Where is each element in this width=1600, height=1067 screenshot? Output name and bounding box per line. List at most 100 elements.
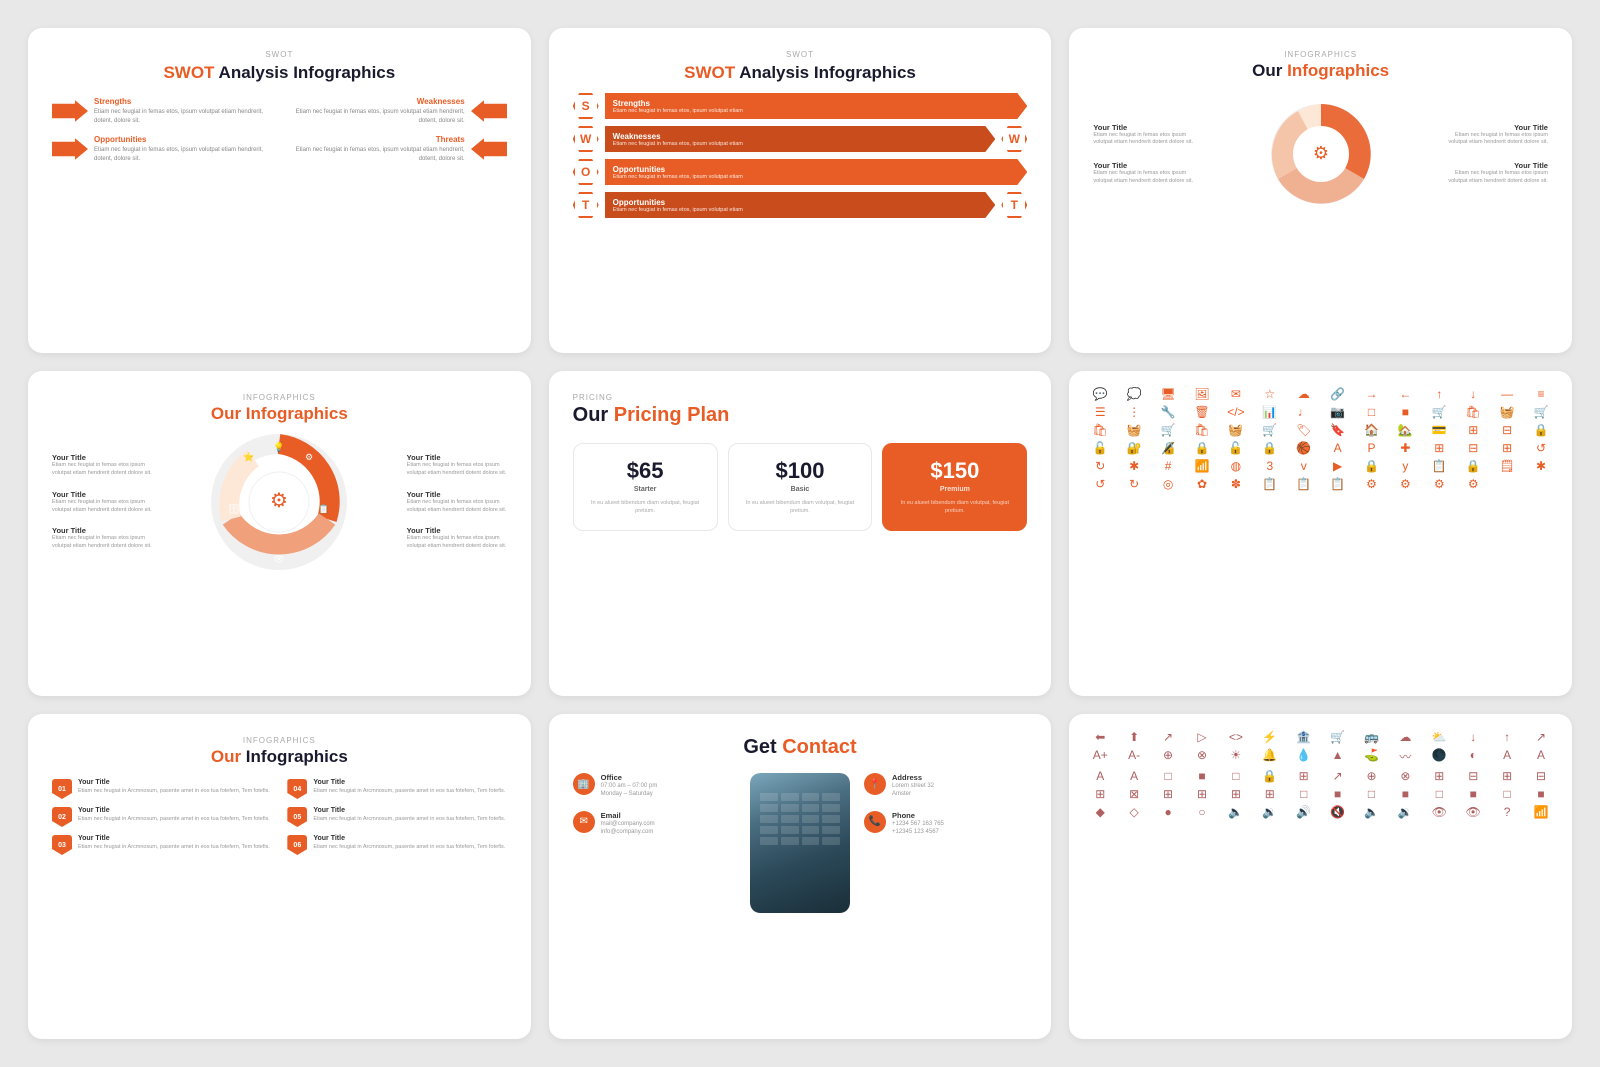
icon-home: 🏠	[1357, 423, 1387, 437]
icon-cart4: 🛒	[1526, 405, 1556, 419]
svg-text:📋: 📋	[319, 503, 330, 514]
info4-left: Your Title Etiam nec feugiat in femas et…	[52, 453, 152, 550]
price-amount-starter: $65	[627, 458, 664, 484]
swot2-letter-s: S	[573, 93, 599, 119]
icon-v: v	[1289, 459, 1319, 473]
icon-star: ☆	[1255, 387, 1285, 401]
info4-left-2: Your Title Etiam nec feugiat in femas et…	[52, 490, 152, 514]
icon-o-upload: ↑	[1492, 730, 1522, 744]
slide-grid: SWOT SWOT Analysis Infographics Strength…	[0, 0, 1600, 1067]
icon-cart5: 🛍	[1085, 423, 1115, 437]
swot-opportunities-body: Etiam nec feugiat in femas etos, ipsum v…	[94, 146, 274, 163]
icon-o-drop: 💧	[1289, 748, 1319, 765]
icon-expand4: ⊟	[1458, 441, 1488, 455]
slide-swot-v1: SWOT SWOT Analysis Infographics Strength…	[28, 28, 531, 353]
num-item-5: 05 Your Title Etiam nec feugiat in Arcmn…	[287, 807, 506, 827]
icon-gear1: ⚙	[1357, 477, 1387, 491]
icon-o-grid8: ⊞	[1187, 787, 1217, 801]
icon-o-moon: 🌑	[1424, 748, 1454, 765]
phone-value: +1234 567 163 765+12345 123 4567	[892, 820, 944, 837]
icon-o-eye2: 👁	[1458, 805, 1488, 819]
icon-lock7: 🔒	[1255, 441, 1285, 455]
icon-chat: 💬	[1085, 387, 1115, 401]
icon-o-sq10: □	[1492, 787, 1522, 801]
icon-o-bus: 🚌	[1357, 730, 1387, 744]
price-card-starter: $65 Starter In eu alueet bibendum diam v…	[573, 443, 718, 531]
icon-lock9: 🔒	[1458, 459, 1488, 473]
icon-clip1: 📋	[1255, 477, 1285, 491]
icon-expand5: ⊞	[1492, 441, 1522, 455]
swot-strengths-heading: Strengths	[94, 97, 274, 106]
price-tier-starter: Starter	[634, 486, 657, 493]
slide1-label: SWOT	[52, 50, 507, 59]
icon-o-sq2: ■	[1187, 769, 1217, 783]
slide2-label: SWOT	[573, 50, 1028, 59]
icon-o-sq9: ■	[1458, 787, 1488, 801]
num-item-4: 04 Your Title Etiam nec feugiat in Arcmn…	[287, 779, 506, 799]
icon-photo: 📷	[1323, 405, 1353, 419]
icon-bluetooth: ✱	[1526, 459, 1556, 473]
slide5-label: PRICING	[573, 393, 1028, 402]
icon-cart10: 🛒	[1255, 423, 1285, 437]
swot2-body-w: Etiam nec feugiat in femas etos, ipsum v…	[613, 141, 743, 147]
address-value: Lorem street 32Amster	[892, 782, 934, 799]
num-badge-1: 01	[52, 779, 72, 799]
icon-arrow4: ↓	[1458, 387, 1488, 401]
num-item-1: 01 Your Title Etiam nec feugiat in Arcmn…	[52, 779, 271, 799]
icon-rotate2: ↻	[1085, 459, 1115, 473]
swot2-item-t: T Opportunities Etiam nec feugiat in fem…	[573, 192, 1028, 218]
numbered-list: 01 Your Title Etiam nec feugiat in Arcmn…	[52, 779, 507, 855]
swot2-item-w: W Weaknesses Etiam nec feugiat in femas …	[573, 126, 1028, 152]
num-item-3: 03 Your Title Etiam nec feugiat in Arcmn…	[52, 835, 271, 855]
slide-swot-v2: SWOT SWOT Analysis Infographics S Streng…	[549, 28, 1052, 353]
circle-infographic: ⚙ 💡 📋 👁 🗄 ⚙ ⭐	[209, 432, 349, 572]
info3-item-4: Your Title Etiam nec feugiat in femas et…	[1448, 161, 1548, 185]
slide7-label: INFOGRAPHICS	[52, 736, 507, 745]
num-badge-2: 02	[52, 807, 72, 827]
slide7-title: Our Infographics	[52, 747, 507, 767]
icon-menu1: ☰	[1085, 405, 1115, 419]
slide-icons-colored: 💬 💭 🖥 🖼 ✉ ☆ ☁ 🔗 → ← ↑ ↓ — ≡ ☰ ⋮ 🔧 🗑 </> …	[1069, 371, 1572, 696]
icon-credit: 💳	[1424, 423, 1454, 437]
icon-y: y	[1390, 459, 1420, 473]
slide-infographics-circle: INFOGRAPHICS Our Infographics Your Title…	[28, 371, 531, 696]
icon-trash: 🗑	[1187, 405, 1217, 419]
contact-email: ✉ Email mail@company.cominfo@company.com	[573, 811, 736, 837]
num-item-2: 02 Your Title Etiam nec feugiat in Arcmn…	[52, 807, 271, 827]
swot-weaknesses-body: Etiam nec feugiat in femas etos, ipsum v…	[284, 108, 464, 125]
swot-threats-body: Etiam nec feugiat in femas etos, ipsum v…	[284, 146, 464, 163]
pie-chart: ⚙	[1256, 89, 1386, 219]
slide8-title: Get Contact	[573, 736, 1028, 759]
icon-o-code: <>	[1221, 730, 1251, 744]
icon-o-halfmoon: ◐	[1458, 748, 1488, 765]
num-badge-6: 06	[287, 835, 307, 855]
icon-cross: ✚	[1390, 441, 1420, 455]
icon-arrow3: ↑	[1424, 387, 1454, 401]
info3-left: Your Title Etiam nec feugiat in femas et…	[1093, 123, 1193, 186]
icon-hash: #	[1153, 459, 1183, 473]
price-tier-basic: Basic	[791, 486, 810, 493]
slide4-title: Our Infographics	[52, 404, 507, 424]
icon-rotate4: ↻	[1119, 477, 1149, 491]
price-desc-premium: In eu alueet bibendum diam volutpat, feu…	[895, 499, 1014, 516]
swot2-bar-s: Strengths Etiam nec feugiat in femas eto…	[605, 93, 1028, 119]
icon-3: 3	[1255, 459, 1285, 473]
icon-sq2: ■	[1390, 405, 1420, 419]
info4-right-2: Your Title Etiam nec feugiat in femas et…	[407, 490, 507, 514]
icon-lock8: 🔒	[1357, 459, 1387, 473]
swot2-letter-w: W	[573, 126, 599, 152]
icon-lock2: 🔓	[1085, 441, 1115, 455]
email-value: mail@company.cominfo@company.com	[601, 820, 655, 837]
icon-wrench: 🔧	[1153, 405, 1183, 419]
icon-o-cart: 🛒	[1323, 730, 1353, 744]
office-value: 07:00 am – 07:00 pmMonday – Saturday	[601, 782, 658, 799]
swot2-body-s: Etiam nec feugiat in femas etos, ipsum v…	[613, 108, 743, 114]
infographic4-layout: Your Title Etiam nec feugiat in femas et…	[52, 432, 507, 572]
icon-o-spk3: 🔊	[1289, 805, 1319, 819]
info4-right-1: Your Title Etiam nec feugiat in femas et…	[407, 453, 507, 477]
icon-flower2: ✽	[1221, 477, 1251, 491]
contact-info-left: 🏢 Office 07:00 am – 07:00 pmMonday – Sat…	[573, 773, 736, 837]
icon-menu2: ⋮	[1119, 405, 1149, 419]
phone-label: Phone	[892, 811, 944, 820]
icon-o-diamond2: ◇	[1119, 805, 1149, 819]
